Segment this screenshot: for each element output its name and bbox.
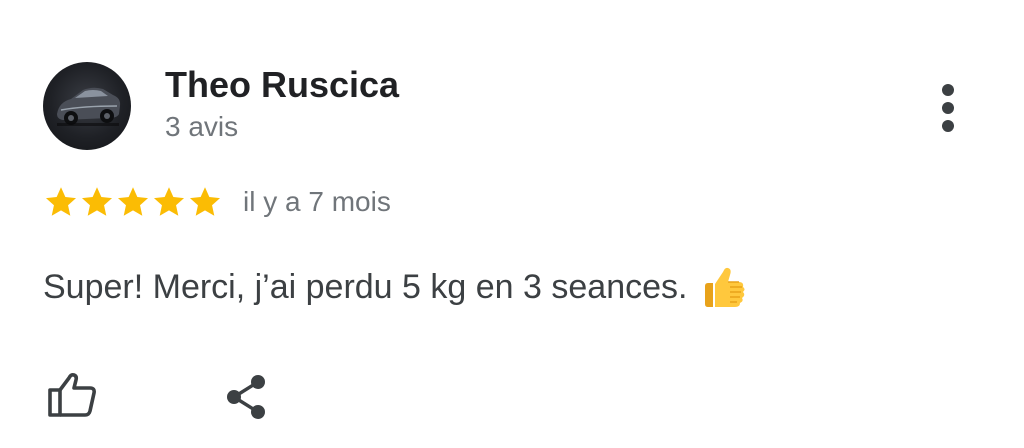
star-filled-icon [118,187,148,216]
star-filled-icon [46,187,76,216]
review-text-block: Super! Merci, j’ai perdu 5 kg en 3 seanc… [43,262,749,312]
star-filled-icon [154,187,184,216]
review-date: il y a 7 mois [243,186,391,217]
reviewer-name[interactable]: Theo Ruscica [165,64,399,106]
review-text: Super! Merci, j’ai perdu 5 kg en 3 seanc… [43,267,688,306]
share-icon [227,375,265,419]
reviewer-review-count[interactable]: 3 avis [165,111,238,143]
rating-row: il y a 7 mois [43,180,391,224]
car-photo-icon [57,87,121,126]
more-vertical-icon [942,84,954,96]
more-vertical-icon [942,102,954,114]
more-vertical-icon [942,120,954,132]
thumbs-up-outline-icon [48,373,96,417]
more-options-button[interactable] [926,80,970,136]
share-button[interactable] [222,372,270,422]
star-filled-icon [82,187,112,216]
thumbs-up-emoji-icon [705,267,745,307]
like-button[interactable] [44,370,100,420]
reviewer-avatar[interactable] [43,62,131,150]
review-card: Theo Ruscica 3 avis il y a 7 mois Super!… [0,0,1024,448]
star-rating [43,184,223,220]
star-filled-icon [190,187,220,216]
